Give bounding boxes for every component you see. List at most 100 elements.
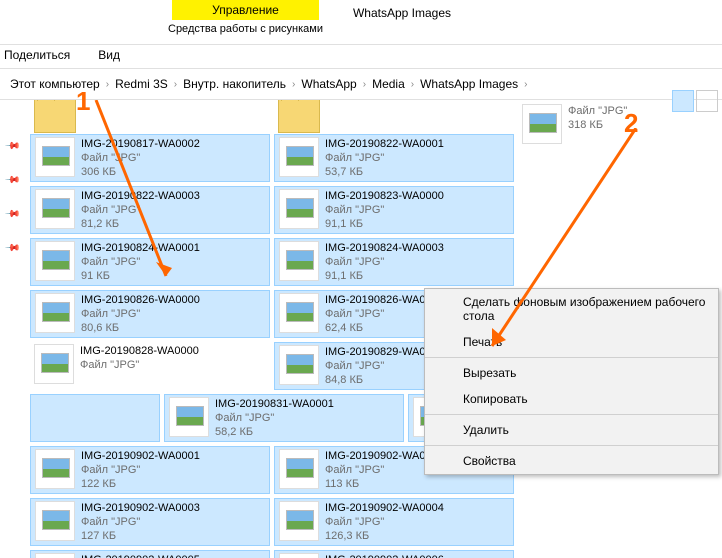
menu-properties[interactable]: Свойства xyxy=(425,448,718,474)
file-item[interactable]: IMG-20190831-WA0001Файл "JPG"58,2 КБ xyxy=(164,394,404,442)
file-type: Файл "JPG" xyxy=(81,151,200,165)
file-type: Файл "JPG" xyxy=(81,255,200,269)
file-item[interactable]: IMG-20190822-WA0001Файл "JPG"53,7 КБ xyxy=(274,134,514,182)
crumb-5[interactable]: WhatsApp Images xyxy=(416,77,522,91)
crumb-2[interactable]: Внутр. накопитель xyxy=(179,77,290,91)
file-item[interactable]: IMG-20190823-WA0000Файл "JPG"91,1 КБ xyxy=(274,186,514,234)
ribbon-contextual-badge[interactable]: Управление xyxy=(172,0,319,20)
file-type: Файл "JPG" xyxy=(325,203,444,217)
tab-share[interactable]: Поделиться xyxy=(4,48,70,62)
file-size: 122 КБ xyxy=(81,477,200,491)
pin-icon[interactable]: 📌 xyxy=(5,240,19,254)
file-item[interactable]: IMG-20190902-WA0001Файл "JPG"122 КБ xyxy=(30,446,270,494)
file-item[interactable]: IMG-20190902-WA0005Файл "JPG"220 КБ xyxy=(30,550,270,558)
file-item[interactable]: IMG-20190902-WA0003Файл "JPG"127 КБ xyxy=(30,498,270,546)
crumb-4[interactable]: Media xyxy=(368,77,409,91)
file-size: 91,1 КБ xyxy=(325,269,444,283)
quick-access-sidebar: 📌 📌 📌 📌 xyxy=(0,100,24,558)
file-size: 91 КБ xyxy=(81,269,200,283)
file-name: IMG-20190828-WA0000 xyxy=(80,344,199,358)
ribbon-contextual-tab[interactable]: Средства работы с рисунками xyxy=(158,20,333,38)
file-item[interactable]: IMG-20190902-WA0004Файл "JPG"126,3 КБ xyxy=(274,498,514,546)
file-item[interactable]: IMG-20190828-WA0000Файл "JPG" xyxy=(30,342,270,390)
chevron-right-icon[interactable]: › xyxy=(290,79,297,90)
ribbon-header: Управление Средства работы с рисунками W… xyxy=(0,0,722,45)
chevron-right-icon[interactable]: › xyxy=(104,79,111,90)
image-file-icon xyxy=(35,293,75,333)
image-file-icon xyxy=(35,449,75,489)
file-item[interactable]: IMG-20190824-WA0001Файл "JPG"91 КБ xyxy=(30,238,270,286)
file-type: Файл "JPG" xyxy=(81,203,200,217)
chevron-right-icon[interactable]: › xyxy=(361,79,368,90)
image-file-icon xyxy=(169,397,209,437)
file-item[interactable]: IMG-20190902-WA0006Файл "JPG"70,5 КБ xyxy=(274,550,514,558)
image-file-icon xyxy=(279,293,319,333)
file-type: Файл "JPG" xyxy=(568,104,627,118)
image-file-icon xyxy=(522,104,562,144)
file-name: IMG-20190817-WA0002 xyxy=(81,137,200,151)
image-file-icon xyxy=(279,189,319,229)
file-type: Файл "JPG" xyxy=(325,151,444,165)
annotation-number-2: 2 xyxy=(624,108,638,139)
file-type: Файл "JPG" xyxy=(81,515,200,529)
image-file-icon xyxy=(35,189,75,229)
tab-view[interactable]: Вид xyxy=(98,48,120,62)
breadcrumb[interactable]: Этот компьютер› Redmi 3S› Внутр. накопит… xyxy=(0,69,722,100)
file-item[interactable]: IMG-20190817-WA0002Файл "JPG"306 КБ xyxy=(30,134,270,182)
annotation-number-1: 1 xyxy=(76,86,90,117)
file-item[interactable]: IMG-20190824-WA0003Файл "JPG"91,1 КБ xyxy=(274,238,514,286)
chevron-right-icon[interactable]: › xyxy=(522,79,529,90)
file-item[interactable] xyxy=(30,394,160,442)
menu-separator xyxy=(425,445,718,446)
menu-separator xyxy=(425,414,718,415)
file-type: Файл "JPG" xyxy=(325,515,444,529)
folder-item[interactable] xyxy=(30,102,270,130)
pin-icon[interactable]: 📌 xyxy=(5,172,19,186)
file-name: IMG-20190902-WA0005 xyxy=(81,553,200,558)
menu-copy[interactable]: Копировать xyxy=(425,386,718,412)
image-file-icon xyxy=(35,501,75,541)
file-name: IMG-20190902-WA0006 xyxy=(325,553,444,558)
image-file-icon xyxy=(279,553,319,558)
crumb-3[interactable]: WhatsApp xyxy=(297,77,360,91)
file-size: 318 КБ xyxy=(568,118,627,132)
menu-print[interactable]: Печать xyxy=(425,329,718,355)
folder-item[interactable] xyxy=(274,102,514,130)
context-menu: Сделать фоновым изображением рабочего ст… xyxy=(424,288,719,475)
file-type: Файл "JPG" xyxy=(325,255,444,269)
file-item[interactable]: IMG-20190822-WA0003Файл "JPG"81,2 КБ xyxy=(30,186,270,234)
folder-icon xyxy=(34,100,76,133)
image-file-icon xyxy=(35,553,75,558)
file-name: IMG-20190822-WA0003 xyxy=(81,189,200,203)
chevron-right-icon[interactable]: › xyxy=(409,79,416,90)
file-name: IMG-20190823-WA0000 xyxy=(325,189,444,203)
file-type: Файл "JPG" xyxy=(215,411,334,425)
image-file-icon xyxy=(34,344,74,384)
file-name: IMG-20190822-WA0001 xyxy=(325,137,444,151)
image-file-icon xyxy=(279,449,319,489)
image-file-icon xyxy=(279,137,319,177)
file-name: IMG-20190824-WA0001 xyxy=(81,241,200,255)
file-type: Файл "JPG" xyxy=(81,307,200,321)
file-size: 53,7 КБ xyxy=(325,165,444,179)
file-name: IMG-20190902-WA0001 xyxy=(81,449,200,463)
chevron-right-icon[interactable]: › xyxy=(172,79,179,90)
image-file-icon xyxy=(279,501,319,541)
pin-icon[interactable]: 📌 xyxy=(5,206,19,220)
menu-cut[interactable]: Вырезать xyxy=(425,360,718,386)
file-name: IMG-20190826-WA0000 xyxy=(81,293,200,307)
menu-separator xyxy=(425,357,718,358)
file-name: IMG-20190902-WA0003 xyxy=(81,501,200,515)
image-file-icon xyxy=(279,241,319,281)
file-size: 81,2 КБ xyxy=(81,217,200,231)
menu-set-wallpaper[interactable]: Сделать фоновым изображением рабочего ст… xyxy=(425,289,718,329)
file-item[interactable]: IMG-20190826-WA0000Файл "JPG"80,6 КБ xyxy=(30,290,270,338)
file-name: IMG-20190831-WA0001 xyxy=(215,397,334,411)
pin-icon[interactable]: 📌 xyxy=(5,138,19,152)
ribbon-contextual-group: Управление Средства работы с рисунками xyxy=(158,0,333,38)
crumb-1[interactable]: Redmi 3S xyxy=(111,77,172,91)
menu-delete[interactable]: Удалить xyxy=(425,417,718,443)
file-type: Файл "JPG" xyxy=(81,463,200,477)
file-size: 58,2 КБ xyxy=(215,425,334,439)
window-title: WhatsApp Images xyxy=(333,0,471,26)
